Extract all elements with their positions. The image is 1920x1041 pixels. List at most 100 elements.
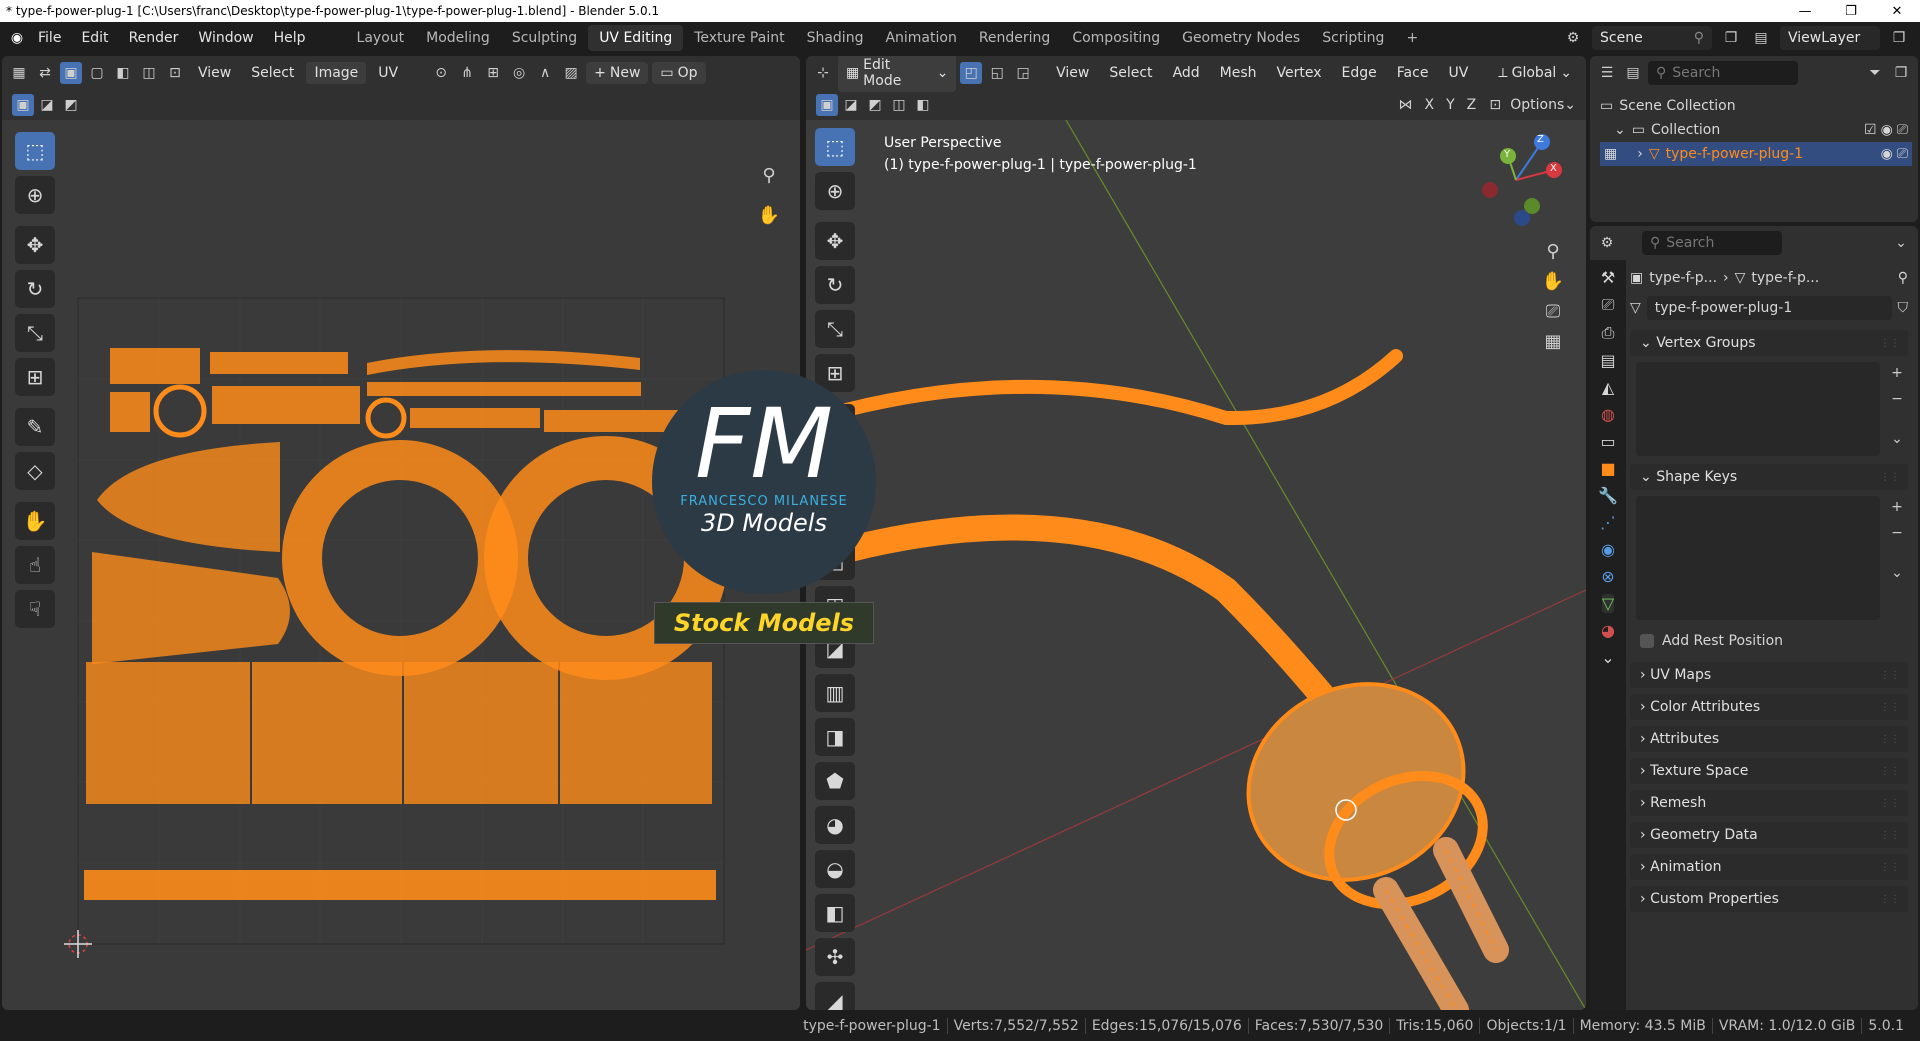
view-layer-tab-icon[interactable]: ▤ <box>1600 351 1615 370</box>
menu-render[interactable]: Render <box>119 30 189 46</box>
menu-window[interactable]: Window <box>188 30 263 46</box>
tab-scripting[interactable]: Scripting <box>1311 25 1395 51</box>
uv-menu-image[interactable]: Image <box>306 62 367 84</box>
rotate-tool[interactable]: ↻ <box>815 266 855 304</box>
material-tab-icon[interactable]: ◕ <box>1601 621 1615 640</box>
vp-menu-edge[interactable]: Edge <box>1334 62 1385 84</box>
scale-tool[interactable]: ⤡ <box>815 310 855 348</box>
properties-search[interactable]: ⚲ Search <box>1642 231 1782 255</box>
editor-type-icon[interactable]: ⚙ <box>1596 232 1618 254</box>
select-subtract-icon[interactable]: ◩ <box>60 94 82 116</box>
menu-help[interactable]: Help <box>264 30 316 46</box>
cursor-tool[interactable]: ⊕ <box>815 172 855 210</box>
editor-type-icon[interactable]: ▦ <box>8 62 30 84</box>
pin-icon[interactable]: ⚲ <box>1898 270 1908 286</box>
add-rest-position-checkbox[interactable] <box>1640 634 1654 648</box>
chevron-down-icon[interactable]: ⌄ <box>1890 232 1912 254</box>
poly-build-tool[interactable]: ⬟ <box>815 762 855 800</box>
remove-icon[interactable]: − <box>1886 522 1908 544</box>
mesh-name-field[interactable]: type-f-power-plug-1 <box>1646 296 1892 320</box>
panel-vertex-groups[interactable]: ⌄ Vertex Groups ⋮⋮ <box>1630 330 1908 356</box>
proportional-edit-icon[interactable]: ◎ <box>508 62 530 84</box>
chevron-right-icon[interactable]: › <box>1637 142 1643 166</box>
mesh-icon[interactable]: ▽ <box>1630 300 1641 316</box>
camera-icon[interactable]: ⎚ <box>1542 300 1564 322</box>
new-collection-icon[interactable]: ❐ <box>1890 62 1912 84</box>
tab-geometry-nodes[interactable]: Geometry Nodes <box>1171 25 1311 51</box>
vp-menu-face[interactable]: Face <box>1389 62 1437 84</box>
edge-mode-icon[interactable]: ◱ <box>986 62 1008 84</box>
loop-cut-tool[interactable]: ▥ <box>815 674 855 712</box>
island-select-icon[interactable]: ◫ <box>138 62 160 84</box>
select-extend-icon[interactable]: ◪ <box>840 94 862 116</box>
panel-remesh[interactable]: › Remesh ⋮⋮ <box>1630 790 1908 816</box>
chevron-down-icon[interactable]: ⌄ <box>1886 562 1908 584</box>
vp-menu-select[interactable]: Select <box>1101 62 1160 84</box>
select-intersect-icon[interactable]: ◧ <box>912 94 934 116</box>
scene-selector[interactable]: Scene ⚲ <box>1592 26 1712 50</box>
eye-icon[interactable]: ◉ <box>1881 142 1893 166</box>
display-mode-icon[interactable]: ▤ <box>1622 62 1644 84</box>
scene-tab-icon[interactable]: ◭ <box>1602 378 1614 397</box>
mirror-y-toggle[interactable]: Y <box>1442 97 1459 113</box>
shape-keys-list[interactable] <box>1636 496 1880 620</box>
select-invert-icon[interactable]: ◫ <box>888 94 910 116</box>
options-dropdown[interactable]: Options⌄ <box>1510 97 1576 113</box>
outliner-scene-collection[interactable]: ▭ Scene Collection <box>1600 94 1918 118</box>
select-extend-icon[interactable]: ◪ <box>36 94 58 116</box>
vertex-mode-icon[interactable]: ◰ <box>960 62 983 84</box>
panel-color-attributes[interactable]: › Color Attributes ⋮⋮ <box>1630 694 1908 720</box>
filter-icon[interactable]: ⏷ <box>1864 62 1886 84</box>
editor-type-icon[interactable]: ⊹ <box>812 62 834 84</box>
scene-icon[interactable]: ⚙ <box>1562 27 1584 49</box>
chevron-down-icon[interactable]: ⌄ <box>1601 648 1614 667</box>
mirror-x-toggle[interactable]: X <box>1420 97 1438 113</box>
pan-icon[interactable]: ✋ <box>1542 270 1564 292</box>
panel-shape-keys[interactable]: ⌄ Shape Keys ⋮⋮ <box>1630 464 1908 490</box>
eye-icon[interactable]: ◉ <box>1881 118 1893 142</box>
vp-menu-view[interactable]: View <box>1048 62 1097 84</box>
add-icon[interactable]: + <box>1886 496 1908 518</box>
panel-animation[interactable]: › Animation ⋮⋮ <box>1630 854 1908 880</box>
smooth-tool[interactable]: ◒ <box>815 850 855 888</box>
menu-file[interactable]: File <box>28 30 71 46</box>
snap-icon[interactable]: ⋔ <box>456 62 478 84</box>
uv-menu-view[interactable]: View <box>190 62 239 84</box>
shrink-fatten-tool[interactable]: ✣ <box>815 938 855 976</box>
checkbox-icon[interactable]: ☑ <box>1864 118 1877 142</box>
pivot-icon[interactable]: ⊙ <box>430 62 452 84</box>
pin-icon[interactable]: ⚲ <box>1694 30 1704 46</box>
auto-merge-icon[interactable]: ⊡ <box>1484 94 1506 116</box>
data-tab-icon[interactable]: ▽ <box>1601 594 1615 613</box>
navigation-gizmo[interactable]: Z X Y <box>1466 130 1566 230</box>
vp-menu-uv[interactable]: UV <box>1440 62 1476 84</box>
tab-animation[interactable]: Animation <box>874 25 967 51</box>
tab-compositing[interactable]: Compositing <box>1061 25 1171 51</box>
collection-tab-icon[interactable]: ▭ <box>1600 432 1615 451</box>
new-view-layer-icon[interactable]: ❐ <box>1888 27 1910 49</box>
snap-target-icon[interactable]: ⊞ <box>482 62 504 84</box>
outliner-collection[interactable]: ⌄ ▭ Collection ☑ ◉ ⎚ <box>1600 118 1918 142</box>
vp-menu-vertex[interactable]: Vertex <box>1269 62 1330 84</box>
add-icon[interactable]: + <box>1886 362 1908 384</box>
uv-menu-select[interactable]: Select <box>243 62 302 84</box>
add-workspace-icon[interactable]: + <box>1395 25 1429 51</box>
panel-geometry-data[interactable]: › Geometry Data ⋮⋮ <box>1630 822 1908 848</box>
editor-type-icon[interactable]: ☰ <box>1596 62 1618 84</box>
sticky-select-icon[interactable]: ⊡ <box>164 62 186 84</box>
mirror-z-toggle[interactable]: Z <box>1463 97 1481 113</box>
physics-tab-icon[interactable]: ◉ <box>1601 540 1615 559</box>
transform-orientation-selector[interactable]: ⟂ Global ⌄ <box>1490 62 1580 84</box>
zoom-icon[interactable]: ⚲ <box>1542 240 1564 262</box>
select-new-icon[interactable]: ▣ <box>816 94 838 116</box>
move-tool[interactable]: ✥ <box>815 222 855 260</box>
shear-tool[interactable]: ◢ <box>815 982 855 1010</box>
outliner-search[interactable]: ⚲ Search <box>1648 61 1798 85</box>
mode-selector[interactable]: ▦ Edit Mode ⌄ <box>837 56 957 92</box>
face-mode-icon[interactable]: ◲ <box>1012 62 1034 84</box>
edge-slide-tool[interactable]: ◧ <box>815 894 855 932</box>
vertex-select-icon[interactable]: ▣ <box>60 62 82 84</box>
spin-tool[interactable]: ◕ <box>815 806 855 844</box>
image-browse-icon[interactable]: ▨ <box>560 62 582 84</box>
uv-sync-icon[interactable]: ⇄ <box>34 62 56 84</box>
